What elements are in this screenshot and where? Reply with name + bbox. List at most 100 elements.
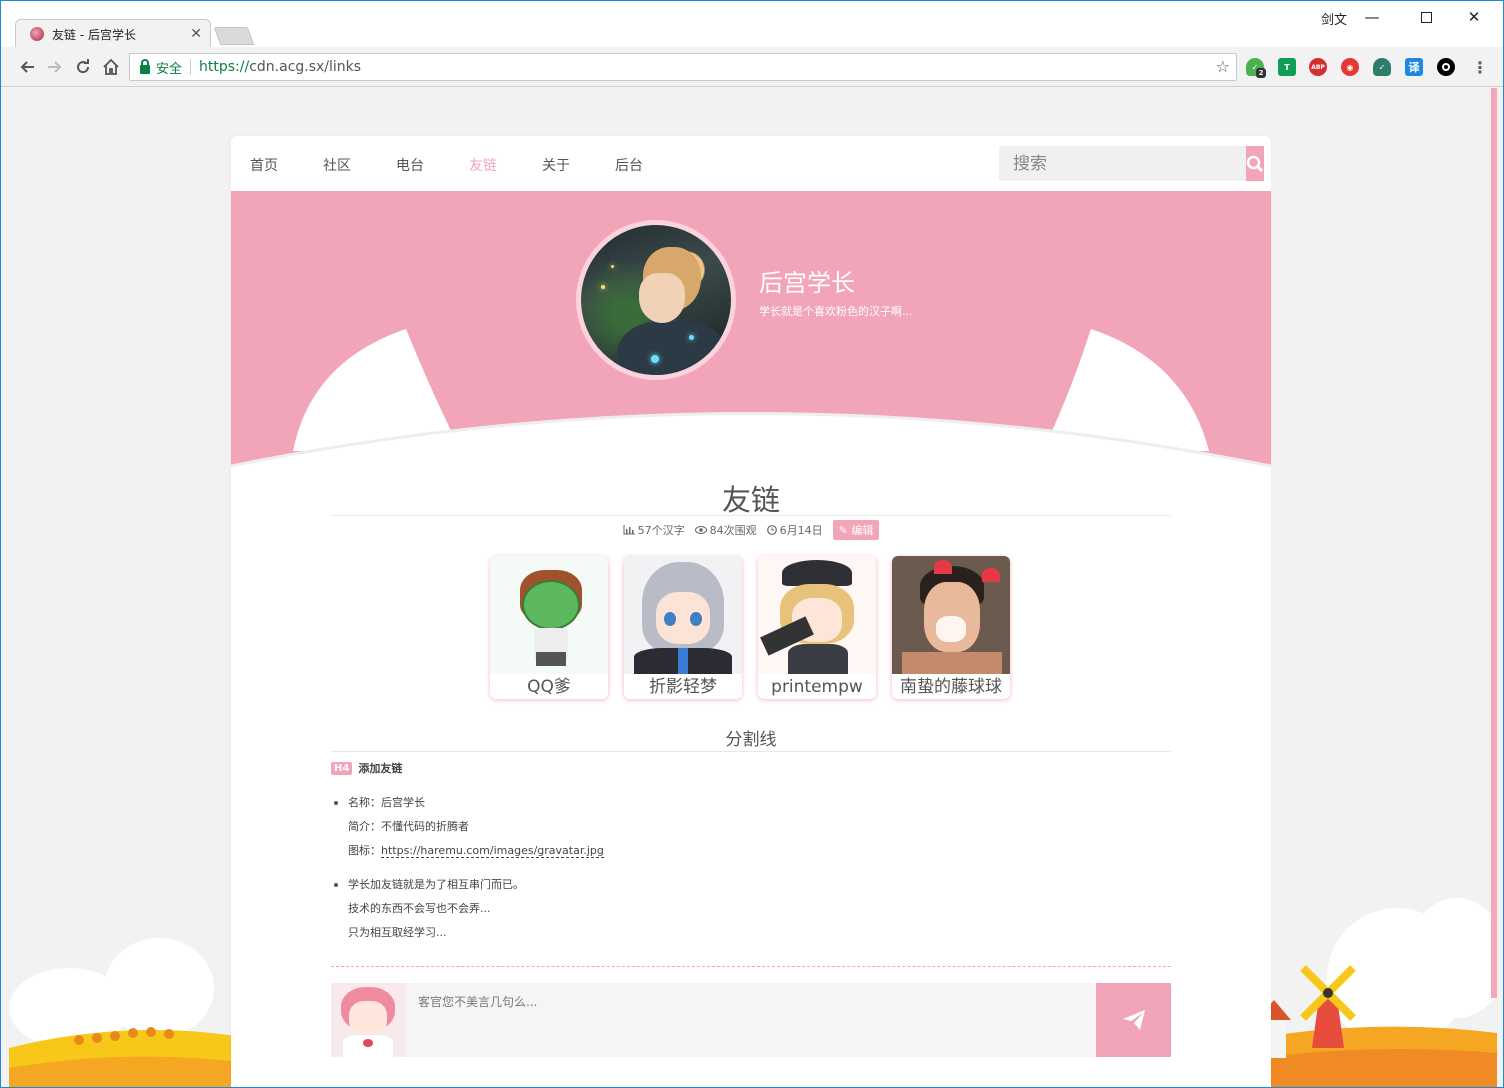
link-name: 南蛰的藤球球 (900, 677, 1002, 697)
link-name: 折影轻梦 (649, 677, 717, 697)
back-icon[interactable] (15, 55, 39, 79)
edit-button[interactable]: ✎ 编辑 (832, 520, 880, 540)
list-item: 学长加友链就是为了相互串门而已。 技术的东西不会写也不会弄... 只为相互取经学… (334, 873, 604, 945)
search-form (999, 146, 1264, 181)
main-card: 首页 社区 电台 友链 关于 后台 搜索 后宫学长 学长就是个喜欢粉色的汉子啊.… (231, 136, 1271, 1087)
extension-badge: 2 (1256, 68, 1266, 78)
url-host-path: cdn.acg.sx/links (249, 59, 362, 75)
record-icon[interactable] (1437, 58, 1455, 76)
search-input[interactable] (999, 146, 1246, 181)
nav-radio[interactable]: 电台 (396, 155, 424, 175)
h4-badge: H4 (331, 761, 353, 775)
weibo-icon[interactable]: ◉ (1341, 58, 1359, 76)
list-item: 名称：后宫学长 简介：不懂代码的折腾者 图标：https://haremu.co… (334, 791, 604, 863)
minimize-icon[interactable]: — (1349, 5, 1395, 29)
link-card-nanzhe[interactable]: 南蛰的藤球球 (892, 556, 1010, 699)
info-icon: 图标：https://haremu.com/images/gravatar.jp… (348, 839, 604, 863)
site-favicon-icon (30, 27, 44, 41)
tampermonkey-icon[interactable]: T (1278, 58, 1296, 76)
url-scheme: https:// (199, 59, 250, 75)
lock-icon (140, 58, 150, 74)
note-line: 只为相互取经学习... (348, 926, 447, 939)
profile-name[interactable]: 剑文 (1321, 9, 1347, 28)
forward-icon[interactable] (43, 55, 67, 79)
view-count: 84次围观 (694, 522, 757, 538)
comment-divider (331, 966, 1171, 967)
paper-plane-icon (1122, 1010, 1145, 1030)
note-line: 技术的东西不会写也不会弄... (348, 902, 491, 915)
nav-community[interactable]: 社区 (323, 155, 351, 175)
profile-avatar[interactable] (576, 220, 736, 380)
nav-about[interactable]: 关于 (542, 155, 570, 175)
word-count: 57个汉字 (623, 522, 685, 538)
hero-banner: 后宫学长 学长就是个喜欢粉色的汉子啊... (231, 191, 1271, 491)
title-divider (331, 515, 1171, 516)
link-card-printempw[interactable]: printempw (758, 556, 876, 699)
nav-admin[interactable]: 后台 (615, 155, 643, 175)
section-heading: H4 添加友链 (331, 760, 402, 776)
address-bar[interactable]: 安全 https://cdn.acg.sx/links ☆ (129, 53, 1237, 81)
home-icon[interactable] (99, 55, 123, 79)
divider-title: 分割线 (725, 730, 777, 750)
page-title: 友链 (721, 483, 780, 517)
reload-icon[interactable] (71, 55, 95, 79)
omnibox-divider (190, 59, 192, 75)
tab-close-icon[interactable]: ✕ (190, 26, 202, 42)
post-date: 6月14日 (766, 522, 823, 538)
link-name: printempw (771, 677, 863, 697)
comment-box: 客官您不美言几句么... (331, 983, 1171, 1057)
browser-window: 友链 - 后宫学长 ✕ 剑文 — ✕ 安全 https://cdn.acg.sx… (0, 0, 1504, 1088)
browser-tab[interactable]: 友链 - 后宫学长 ✕ (15, 19, 211, 48)
cat-ears-shape (231, 329, 1271, 491)
security-shield-icon[interactable]: ✓ (1373, 58, 1391, 76)
url-text[interactable]: https://cdn.acg.sx/links (199, 59, 361, 75)
bookmark-star-icon[interactable]: ☆ (1216, 57, 1230, 76)
search-button[interactable] (1246, 146, 1264, 181)
secure-label: 安全 (156, 61, 183, 77)
maximize-icon[interactable] (1403, 5, 1449, 29)
friend-links: QQ爹 折影轻梦 printempw 南蛰的藤球球 (490, 556, 1010, 699)
edit-label: 编辑 (851, 524, 874, 537)
link-avatar-captain (758, 556, 876, 674)
link-card-qq[interactable]: QQ爹 (490, 556, 608, 699)
comment-input[interactable]: 客官您不美言几句么... (406, 983, 1096, 1057)
commenter-avatar (331, 983, 406, 1057)
hero-description: 学长就是个喜欢粉色的汉子啊... (759, 305, 913, 318)
section-heading-text: 添加友链 (358, 762, 403, 775)
bar-chart-icon (623, 525, 635, 535)
search-icon (1246, 155, 1264, 172)
info-name: 名称：后宫学长 (348, 796, 425, 809)
info-intro: 简介：不懂代码的折腾者 (348, 820, 469, 833)
clock-icon (766, 525, 777, 535)
eye-icon (694, 526, 707, 534)
article-meta: 57个汉字 84次围观 6月14日 ✎ 编辑 (231, 520, 1271, 540)
link-avatar-photo (892, 556, 1010, 674)
tab-title: 友链 - 后宫学长 (52, 27, 136, 42)
info-icon-label: 图标： (348, 844, 381, 857)
page-scrollbar[interactable] (1491, 88, 1497, 998)
nav-links[interactable]: 友链 (469, 155, 497, 175)
view-count-text: 84次围观 (709, 524, 757, 537)
window-close-icon[interactable]: ✕ (1451, 5, 1497, 29)
field-decoration-left (9, 938, 249, 1087)
link-avatar-silver-hair (624, 556, 742, 674)
title-bar: 友链 - 后宫学长 ✕ 剑文 — ✕ (1, 1, 1503, 48)
post-date-text: 6月14日 (779, 524, 823, 537)
note-line: 学长加友链就是为了相互串门而已。 (348, 878, 524, 891)
icon-url-link[interactable]: https://haremu.com/images/gravatar.jpg (381, 844, 604, 858)
nav-home[interactable]: 首页 (250, 155, 278, 175)
browser-toolbar: 安全 https://cdn.acg.sx/links ☆ ✓ 2 T ABP … (1, 47, 1503, 87)
send-button[interactable] (1096, 983, 1171, 1057)
link-card-zheying[interactable]: 折影轻梦 (624, 556, 742, 699)
link-name: QQ爹 (527, 677, 571, 697)
site-nav: 首页 社区 电台 友链 关于 后台 (231, 136, 1271, 191)
windmill-decoration-right (1257, 898, 1497, 1087)
section-divider (331, 751, 1171, 752)
link-avatar-frog (490, 556, 608, 674)
page-viewport: 首页 社区 电台 友链 关于 后台 搜索 后宫学长 学长就是个喜欢粉色的汉子啊.… (9, 88, 1497, 1087)
menu-icon[interactable]: ⋮ (1471, 58, 1489, 77)
adblock-icon[interactable]: ABP (1309, 58, 1327, 76)
translate-icon[interactable]: 译 (1405, 58, 1423, 76)
new-tab-button[interactable] (213, 27, 255, 45)
info-list: 名称：后宫学长 简介：不懂代码的折腾者 图标：https://haremu.co… (334, 791, 604, 945)
